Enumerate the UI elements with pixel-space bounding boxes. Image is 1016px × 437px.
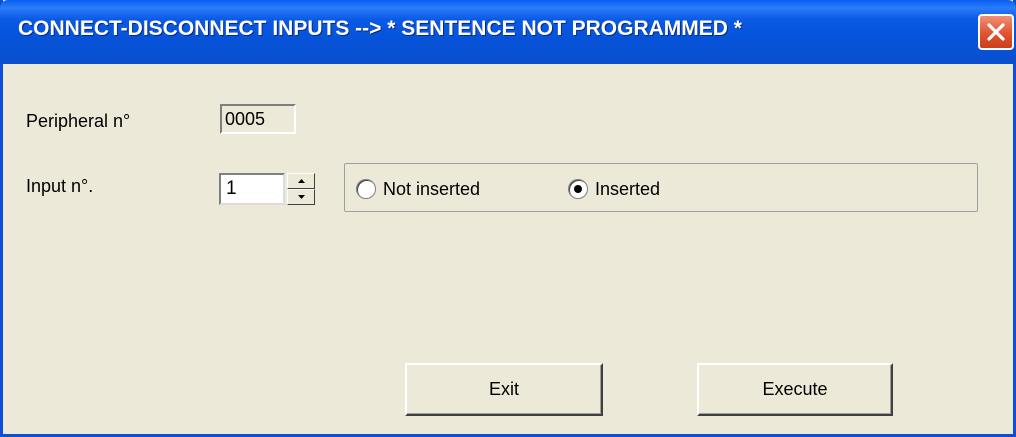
input-label: Input n°. [26, 176, 94, 196]
insertion-state-group: Not inserted Inserted [344, 163, 978, 212]
window-title: CONNECT-DISCONNECT INPUTS --> * SENTENCE… [18, 17, 742, 40]
stepper-up-button[interactable] [287, 173, 315, 189]
dialog-window: CONNECT-DISCONNECT INPUTS --> * SENTENCE… [0, 0, 1016, 437]
input-number-stepper[interactable] [287, 173, 315, 205]
stepper-down-button[interactable] [287, 189, 315, 205]
radio-label: Inserted [595, 179, 661, 199]
arrow-up-icon [298, 179, 305, 183]
exit-button[interactable]: Exit [405, 363, 603, 416]
arrow-down-icon [298, 195, 305, 199]
close-icon [987, 23, 1005, 41]
radio-label: Not inserted [383, 179, 481, 199]
radio-button[interactable] [356, 179, 376, 199]
input-number-field[interactable]: 1 [219, 173, 285, 205]
execute-button[interactable]: Execute [697, 363, 893, 416]
title-bar[interactable]: CONNECT-DISCONNECT INPUTS --> * SENTENCE… [0, 0, 1016, 64]
radio-button-selected[interactable] [568, 179, 588, 199]
close-button[interactable] [978, 14, 1014, 50]
peripheral-number-field: 0005 [220, 104, 296, 134]
peripheral-label: Peripheral n° [26, 111, 131, 131]
